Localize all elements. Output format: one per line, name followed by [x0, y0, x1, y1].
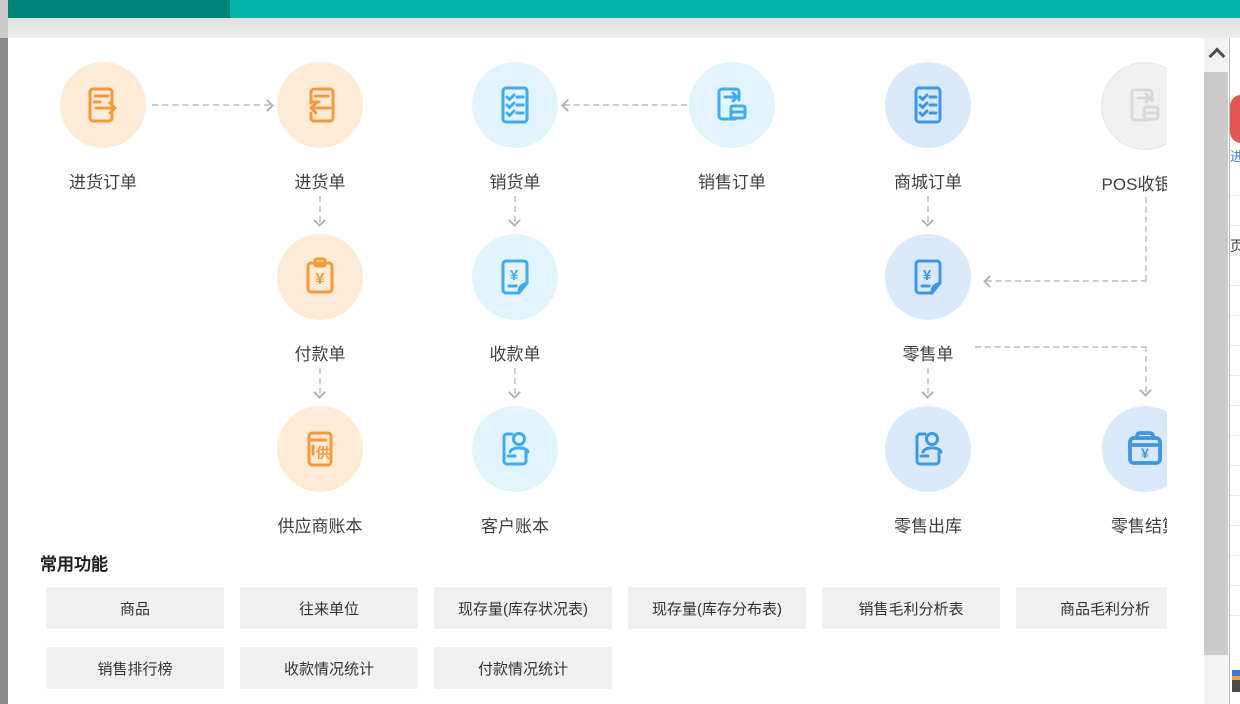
flow-node-mall-order[interactable]: 商城订单 — [853, 62, 1003, 193]
connector-pos-down — [1145, 197, 1147, 281]
arrowhead-down-icon — [313, 386, 326, 399]
doc-arrow-right-icon — [79, 81, 127, 129]
arrowhead-down-icon — [508, 386, 521, 399]
fn-contacts-button[interactable]: 往来单位 — [240, 587, 418, 629]
note-yuan-icon: ¥ — [491, 253, 539, 301]
ledger-customer-icon — [904, 425, 952, 473]
checklist-icon — [904, 81, 952, 129]
flow-node-supplier-ledger[interactable]: 供 供应商账本 — [245, 406, 395, 537]
arrowhead-down-icon — [313, 214, 326, 227]
flow-node-sales-order[interactable]: 销售订单 — [657, 62, 807, 193]
arrowhead-down-icon — [921, 386, 934, 399]
flow-node-label: 供应商账本 — [278, 512, 363, 537]
fn-sales-ranking-button[interactable]: 销售排行榜 — [46, 647, 224, 689]
background-link-fragment: 进 — [1230, 146, 1240, 165]
connector-pos-to-retail-slip — [986, 280, 1147, 282]
flow-node-purchase-order[interactable]: 进货订单 — [28, 62, 178, 193]
background-page-sliver: 进 页 — [1229, 38, 1240, 704]
cashbox-yuan-icon: ¥ — [1121, 425, 1167, 473]
fn-stock-status-button[interactable]: 现存量(库存状况表) — [434, 587, 612, 629]
fn-product-gross-profit-button[interactable]: 商品毛利分析 — [1016, 587, 1167, 629]
top-teal-bar-dark-segment — [8, 0, 230, 18]
flow-node-label: 付款单 — [295, 340, 346, 365]
connector-sales-order-to-receipt — [564, 104, 687, 106]
flow-node-receipt-slip[interactable]: ¥ 收款单 — [440, 234, 590, 365]
flow-node-label: 零售单 — [903, 340, 954, 365]
flow-node-label: 进货单 — [295, 168, 346, 193]
flow-node-retail-outbound[interactable]: 零售出库 — [853, 406, 1003, 537]
doc-transfer-icon — [708, 81, 756, 129]
window-left-edge — [0, 38, 8, 704]
flow-node-customer-ledger[interactable]: 客户账本 — [440, 406, 590, 537]
svg-text:供: 供 — [315, 445, 330, 461]
background-text-fragment: 页 — [1230, 236, 1240, 256]
svg-text:¥: ¥ — [510, 267, 519, 284]
business-flow-panel: 进货订单 进货单 销货单 销售订单 — [8, 38, 1167, 704]
app-window: 进货订单 进货单 销货单 销售订单 — [0, 0, 1240, 704]
doc-arrow-left-icon — [296, 81, 344, 129]
connector-purchase-order-to-receipt — [152, 104, 270, 106]
clipboard-yuan-icon: ¥ — [296, 253, 344, 301]
flow-node-purchase-receipt[interactable]: 进货单 — [245, 62, 395, 193]
common-functions-title: 常用功能 — [40, 550, 108, 575]
flow-node-label: 进货订单 — [69, 168, 137, 193]
checklist-icon — [491, 81, 539, 129]
flow-node-label: 销售订单 — [698, 168, 766, 193]
chevron-up-icon — [1209, 48, 1226, 65]
arrowhead-down-icon — [508, 214, 521, 227]
flow-node-label: 客户账本 — [481, 512, 549, 537]
flow-node-label: 销货单 — [490, 168, 541, 193]
flow-node-label: 商城订单 — [894, 168, 962, 193]
ledger-supplier-icon: 供 — [296, 425, 344, 473]
arrowhead-down-icon — [1139, 384, 1152, 397]
fn-payment-stats-button[interactable]: 付款情况统计 — [434, 647, 612, 689]
background-mini-icon — [1232, 670, 1240, 692]
svg-text:¥: ¥ — [1141, 445, 1149, 461]
flow-node-label: POS收银台 — [1102, 170, 1167, 195]
background-table-rows — [1230, 195, 1240, 625]
flow-node-payment-slip[interactable]: ¥ 付款单 — [245, 234, 395, 365]
note-yuan-icon: ¥ — [904, 253, 952, 301]
svg-text:¥: ¥ — [923, 267, 932, 284]
toolbar-strip — [8, 18, 1240, 38]
window-left-edge-top — [0, 0, 8, 38]
flow-node-label: 零售结算 — [1111, 512, 1167, 537]
fn-sales-gross-profit-button[interactable]: 销售毛利分析表 — [822, 587, 1000, 629]
flow-node-sales-receipt[interactable]: 销货单 — [440, 62, 590, 193]
arrowhead-down-icon — [921, 214, 934, 227]
fn-goods-button[interactable]: 商品 — [46, 587, 224, 629]
svg-text:¥: ¥ — [316, 271, 325, 288]
ledger-customer-icon — [491, 425, 539, 473]
background-red-badge — [1230, 95, 1240, 143]
flow-node-label: 收款单 — [490, 340, 541, 365]
fn-receipt-stats-button[interactable]: 收款情况统计 — [240, 647, 418, 689]
vertical-scrollbar[interactable] — [1204, 38, 1228, 704]
scrollbar-up-button[interactable] — [1204, 38, 1228, 68]
doc-transfer-icon — [1121, 82, 1167, 130]
flow-node-retail-settlement[interactable]: ¥ 零售结算 — [1070, 406, 1167, 537]
flow-node-label: 零售出库 — [894, 512, 962, 537]
top-teal-bar — [8, 0, 1240, 18]
flow-node-pos-cashier[interactable]: POS收银台 — [1070, 62, 1167, 195]
connector-retail-slip-right — [975, 346, 1147, 348]
fn-stock-distribution-button[interactable]: 现存量(库存分布表) — [628, 587, 806, 629]
scrollbar-thumb[interactable] — [1204, 72, 1228, 655]
